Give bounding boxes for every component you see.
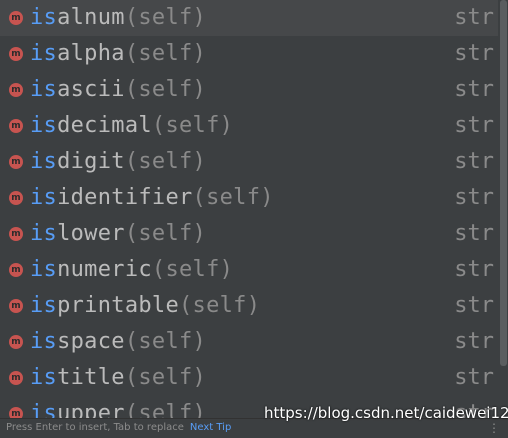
method-icon: m — [9, 47, 23, 61]
item-signature: islower(self) — [30, 219, 206, 249]
method-icon: m — [9, 335, 23, 349]
method-params: (self) — [151, 113, 234, 138]
item-signature: isupper(self) — [30, 399, 206, 418]
scrollbar-thumb[interactable] — [500, 0, 507, 366]
item-signature: isalnum(self) — [30, 3, 206, 33]
item-signature: isalpha(self) — [30, 39, 206, 69]
next-tip-link[interactable]: Next Tip — [190, 422, 231, 433]
status-hint: Press Enter to insert, Tab to replace — [6, 422, 184, 433]
return-type: str — [454, 41, 494, 66]
method-icon: m — [9, 299, 23, 313]
return-type: str — [454, 77, 494, 102]
item-signature: isnumeric(self) — [30, 255, 233, 285]
completion-item[interactable]: m isspace(self) str — [0, 324, 498, 360]
match-prefix: is — [30, 365, 58, 390]
method-name: space — [57, 329, 125, 354]
return-type: str — [454, 257, 494, 282]
item-signature: istitle(self) — [30, 363, 206, 393]
completion-item[interactable]: m isprintable(self) str — [0, 288, 498, 324]
method-name: lower — [57, 221, 125, 246]
method-params: (self) — [124, 221, 207, 246]
return-type: str — [454, 221, 494, 246]
method-name: alnum — [57, 5, 125, 30]
completion-item[interactable]: m isnumeric(self) str — [0, 252, 498, 288]
method-name: decimal — [57, 113, 152, 138]
match-prefix: is — [30, 257, 58, 282]
method-params: (self) — [124, 5, 207, 30]
completion-item[interactable]: m islower(self) str — [0, 216, 498, 252]
match-prefix: is — [30, 185, 58, 210]
completion-item[interactable]: m isascii(self) str — [0, 72, 498, 108]
return-type: str — [454, 113, 494, 138]
match-prefix: is — [30, 293, 58, 318]
method-params: (self) — [179, 293, 261, 318]
method-name: alpha — [57, 41, 125, 66]
completion-item[interactable]: m isdecimal(self) str — [0, 108, 498, 144]
completion-item[interactable]: m isalnum(self) str — [0, 0, 498, 36]
method-icon: m — [9, 371, 23, 385]
match-prefix: is — [30, 401, 58, 418]
method-name: printable — [57, 293, 179, 318]
method-icon: m — [9, 11, 23, 25]
match-prefix: is — [30, 221, 58, 246]
return-type: str — [454, 5, 494, 30]
return-type: str — [454, 293, 494, 318]
completion-popup: m isalnum(self) str m isalpha(self) str … — [0, 0, 508, 438]
return-type: str — [454, 329, 494, 354]
item-signature: isdigit(self) — [30, 147, 206, 177]
method-icon: m — [9, 263, 23, 277]
method-name: ascii — [57, 77, 125, 102]
method-icon: m — [9, 119, 23, 133]
method-name: title — [57, 365, 125, 390]
return-type: str — [454, 149, 494, 174]
method-name: numeric — [57, 257, 152, 282]
match-prefix: is — [30, 5, 58, 30]
method-name: digit — [57, 149, 125, 174]
method-params: (self) — [124, 149, 207, 174]
match-prefix: is — [30, 149, 58, 174]
item-signature: isprintable(self) — [30, 291, 260, 321]
method-icon: m — [9, 227, 23, 241]
match-prefix: is — [30, 113, 58, 138]
item-signature: isidentifier(self) — [30, 183, 274, 213]
match-prefix: is — [30, 41, 58, 66]
more-options-icon[interactable]: ⋮ — [488, 421, 500, 435]
method-params: (self) — [124, 77, 207, 102]
return-type: str — [454, 365, 494, 390]
completion-item[interactable]: m isalpha(self) str — [0, 36, 498, 72]
method-name: identifier — [57, 185, 193, 210]
match-prefix: is — [30, 329, 58, 354]
completion-item[interactable]: m isdigit(self) str — [0, 144, 498, 180]
match-prefix: is — [30, 77, 58, 102]
method-params: (self) — [124, 365, 207, 390]
method-params: (self) — [192, 185, 274, 210]
return-type: str — [454, 185, 494, 210]
method-params: (self) — [124, 41, 207, 66]
method-icon: m — [9, 83, 23, 97]
item-signature: isspace(self) — [30, 327, 206, 357]
method-icon: m — [9, 155, 23, 169]
method-params: (self) — [124, 329, 207, 354]
watermark: https://blog.csdn.net/caidewei121 — [264, 404, 508, 422]
method-icon: m — [9, 191, 23, 205]
item-signature: isdecimal(self) — [30, 111, 233, 141]
method-icon: m — [9, 407, 23, 418]
item-signature: isascii(self) — [30, 75, 206, 105]
completion-list: m isalnum(self) str m isalpha(self) str … — [0, 0, 498, 418]
completion-item[interactable]: m isidentifier(self) str — [0, 180, 498, 216]
method-name: upper — [57, 401, 125, 418]
method-params: (self) — [151, 257, 234, 282]
completion-item[interactable]: m istitle(self) str — [0, 360, 498, 396]
method-params: (self) — [124, 401, 207, 418]
